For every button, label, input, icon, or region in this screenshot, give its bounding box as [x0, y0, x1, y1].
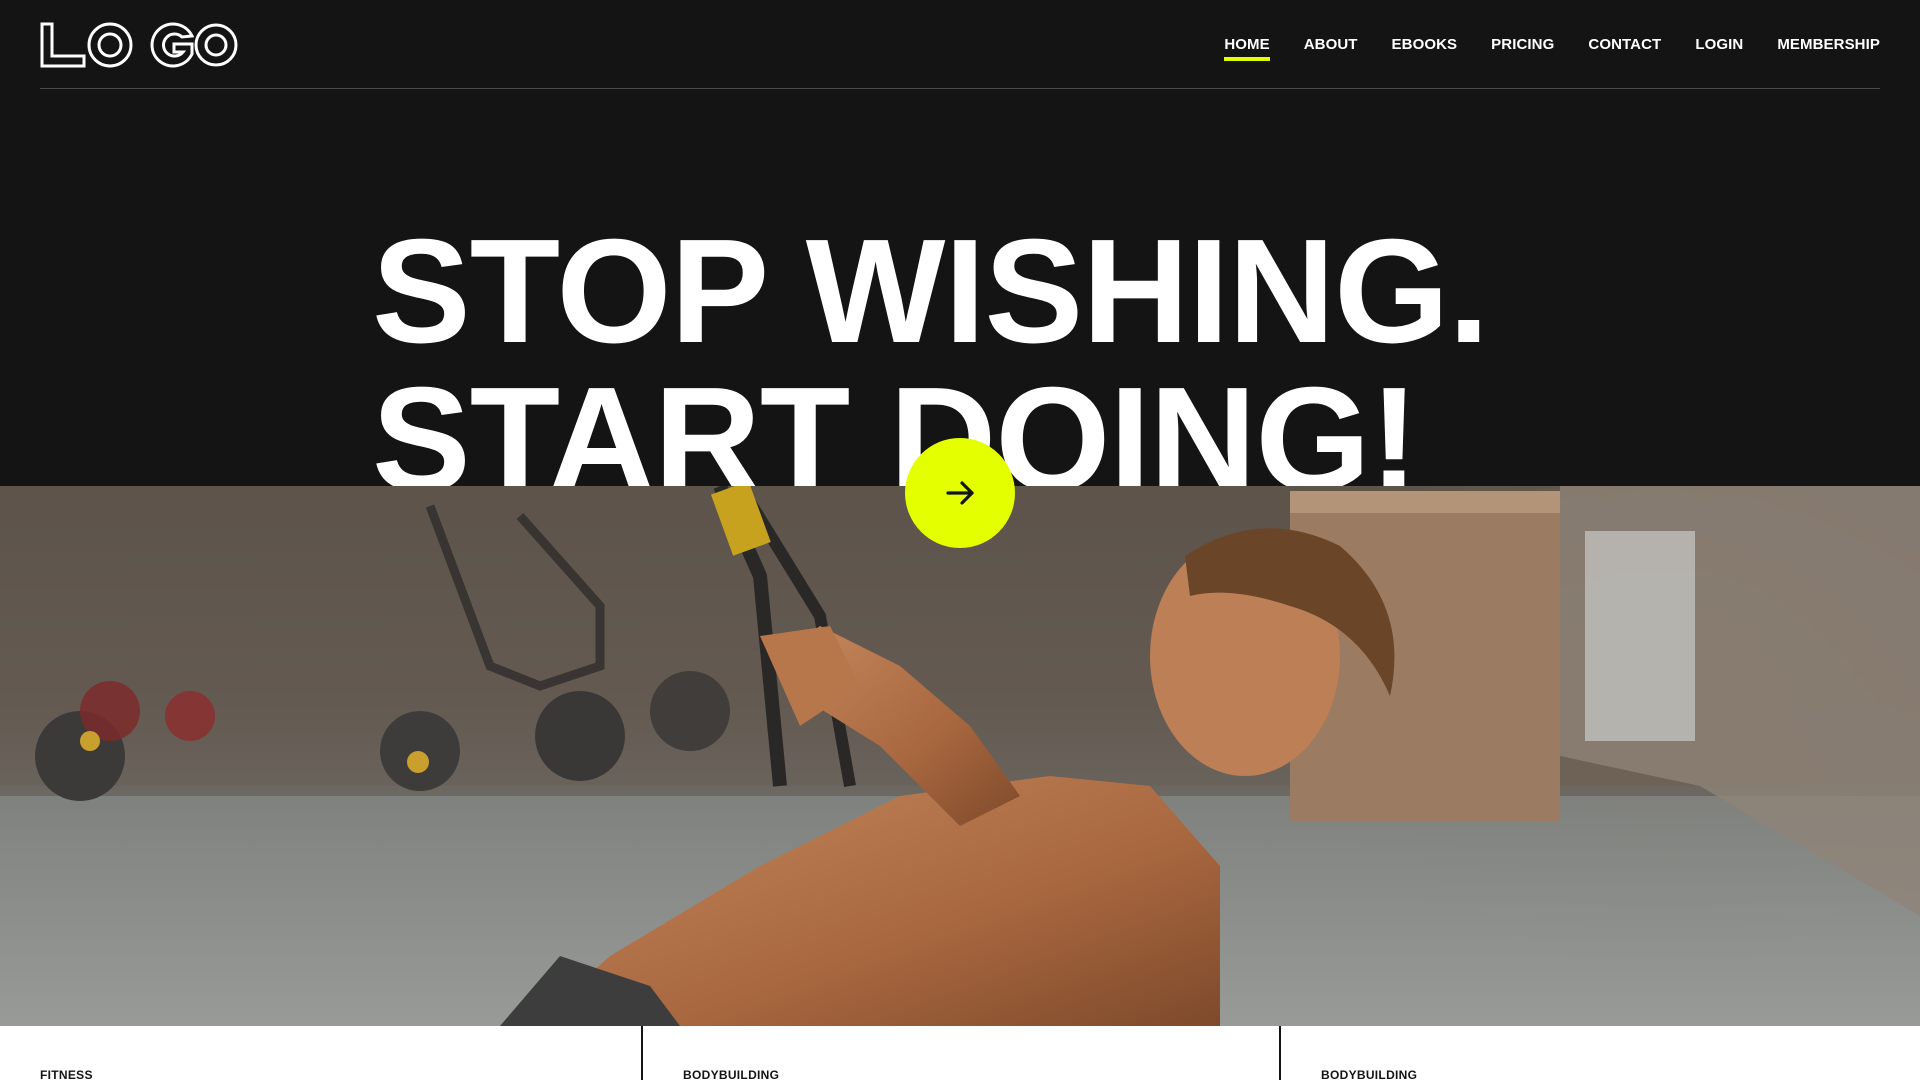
fitness-photo-illustration — [0, 486, 1920, 1026]
hero-section: HOME ABOUT EBOOKS PRICING CONTACT LOGIN … — [0, 0, 1920, 486]
headline-line-1: STOP WISHING. — [372, 209, 1489, 374]
hero-photo — [0, 486, 1920, 1026]
header-divider — [40, 88, 1880, 89]
nav-pricing[interactable]: PRICING — [1491, 36, 1554, 61]
card-tag: BODYBUILDING — [683, 1068, 780, 1080]
cta-arrow-button[interactable] — [905, 438, 1015, 548]
main-nav: HOME ABOUT EBOOKS PRICING CONTACT LOGIN … — [1224, 36, 1880, 61]
card-fitness[interactable]: FITNESS — [0, 1026, 641, 1080]
card-bodybuilding-2[interactable]: BODYBUILDING — [1279, 1026, 1920, 1080]
nav-login[interactable]: LOGIN — [1695, 36, 1743, 61]
site-logo[interactable] — [40, 22, 238, 68]
card-tag: BODYBUILDING — [1321, 1068, 1418, 1080]
nav-about[interactable]: ABOUT — [1304, 36, 1358, 61]
nav-membership[interactable]: MEMBERSHIP — [1777, 36, 1880, 61]
nav-ebooks[interactable]: EBOOKS — [1392, 36, 1458, 61]
card-bodybuilding[interactable]: BODYBUILDING — [641, 1026, 1279, 1080]
card-tag: FITNESS — [40, 1068, 93, 1080]
nav-contact[interactable]: CONTACT — [1588, 36, 1661, 61]
category-cards: FITNESS BODYBUILDING BODYBUILDING — [0, 1026, 1920, 1080]
page: HOME ABOUT EBOOKS PRICING CONTACT LOGIN … — [0, 0, 1920, 1080]
nav-home[interactable]: HOME — [1224, 36, 1271, 61]
arrow-right-icon — [946, 481, 974, 505]
